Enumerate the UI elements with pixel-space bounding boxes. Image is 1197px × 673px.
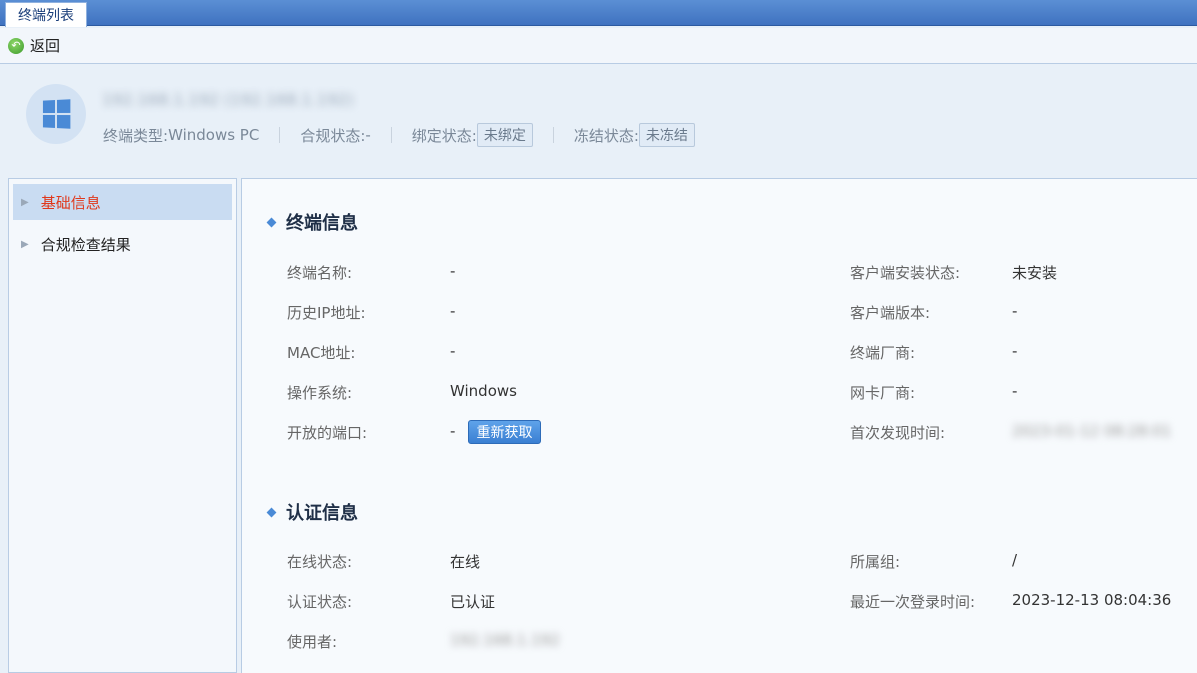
last-login-value: 2023-12-13 08:04:36 [1012, 591, 1172, 609]
sidebar-item-basic-info[interactable]: ▶ 基础信息 [13, 184, 232, 220]
divider [279, 127, 281, 143]
client-status-label: 客户端安装状态: [850, 264, 961, 282]
online-status-label: 在线状态: [287, 553, 353, 571]
terminal-meta: 终端类型: Windows PC 合规状态: - 绑定状态: 未绑定 冻结状态:… [103, 122, 695, 148]
diamond-icon [266, 507, 277, 517]
nic-vendor-label: 网卡厂商: [850, 384, 916, 402]
terminal-name-value: - [450, 262, 456, 280]
os-value: Windows [450, 382, 517, 400]
online-status-value: 在线 [450, 553, 481, 571]
open-ports-value: - [450, 422, 456, 440]
first-seen-label: 首次发现时间: [850, 424, 946, 442]
client-version-label: 客户端版本: [850, 304, 931, 322]
refresh-ports-button[interactable]: 重新获取 [468, 420, 541, 444]
group-value: / [1012, 551, 1018, 569]
type-value: Windows PC [168, 126, 260, 144]
tab-terminal-list[interactable]: 终端列表 [5, 2, 87, 27]
compliance-label: 合规状态: [300, 126, 366, 145]
os-label: 操作系统: [287, 384, 353, 402]
host-name: 192.168.1.192 (192.168.1.192) [102, 90, 354, 109]
first-seen-value: 2023-01-12 08:28:01 [1012, 422, 1172, 440]
section-title: 认证信息 [286, 503, 358, 524]
section-terminal-info: 终端信息 [266, 209, 358, 235]
sidebar-item-compliance-results[interactable]: ▶ 合规检查结果 [13, 226, 232, 262]
last-login-label: 最近一次登录时间: [850, 593, 976, 611]
diamond-icon [266, 217, 277, 227]
back-arrow-icon: ↶ [8, 37, 24, 54]
chevron-right-icon: ▶ [21, 238, 29, 250]
client-version-value: - [1012, 302, 1018, 320]
group-label: 所属组: [850, 553, 901, 571]
mac-value: - [450, 342, 456, 360]
open-ports-label: 开放的端口: [287, 424, 368, 442]
terminal-name-label: 终端名称: [287, 264, 353, 282]
client-status-value: 未安装 [1012, 264, 1058, 282]
divider [552, 127, 554, 143]
section-title: 终端信息 [286, 213, 358, 234]
divider [390, 127, 392, 143]
freeze-badge: 未冻结 [638, 123, 695, 147]
nic-vendor-value: - [1012, 382, 1018, 400]
sidebar-item-label: 基础信息 [40, 193, 101, 212]
type-label: 终端类型: [103, 126, 169, 145]
toolbar: ↶ 返回 [0, 28, 1197, 64]
binding-label: 绑定状态: [411, 126, 477, 145]
user-label: 使用者: [287, 633, 338, 651]
binding-badge: 未绑定 [476, 123, 533, 147]
terminal-avatar [26, 84, 86, 144]
terminal-header: 192.168.1.192 (192.168.1.192) 终端类型: Wind… [0, 64, 1197, 176]
back-button[interactable]: ↶ 返回 [8, 35, 60, 56]
vendor-value: - [1012, 342, 1018, 360]
tab-strip: 终端列表 [0, 0, 1197, 27]
auth-status-label: 认证状态: [287, 593, 353, 611]
section-auth-info: 认证信息 [266, 499, 358, 525]
sidebar-item-label: 合规检查结果 [40, 235, 131, 254]
main-panel: 终端信息 终端名称: - 历史IP地址: - MAC地址: - 操作系统: Wi… [241, 178, 1197, 673]
chevron-right-icon: ▶ [21, 196, 29, 208]
auth-status-value: 已认证 [450, 593, 496, 611]
history-ip-value: - [450, 302, 456, 320]
user-value: 192.168.1.192 [450, 631, 560, 649]
sidebar: ▶ 基础信息 ▶ 合规检查结果 [8, 178, 237, 673]
freeze-label: 冻结状态: [573, 126, 639, 145]
compliance-value: - [365, 126, 371, 144]
back-label: 返回 [30, 37, 61, 55]
history-ip-label: 历史IP地址: [287, 304, 366, 322]
windows-icon [42, 99, 71, 129]
mac-label: MAC地址: [287, 344, 356, 362]
vendor-label: 终端厂商: [850, 344, 916, 362]
